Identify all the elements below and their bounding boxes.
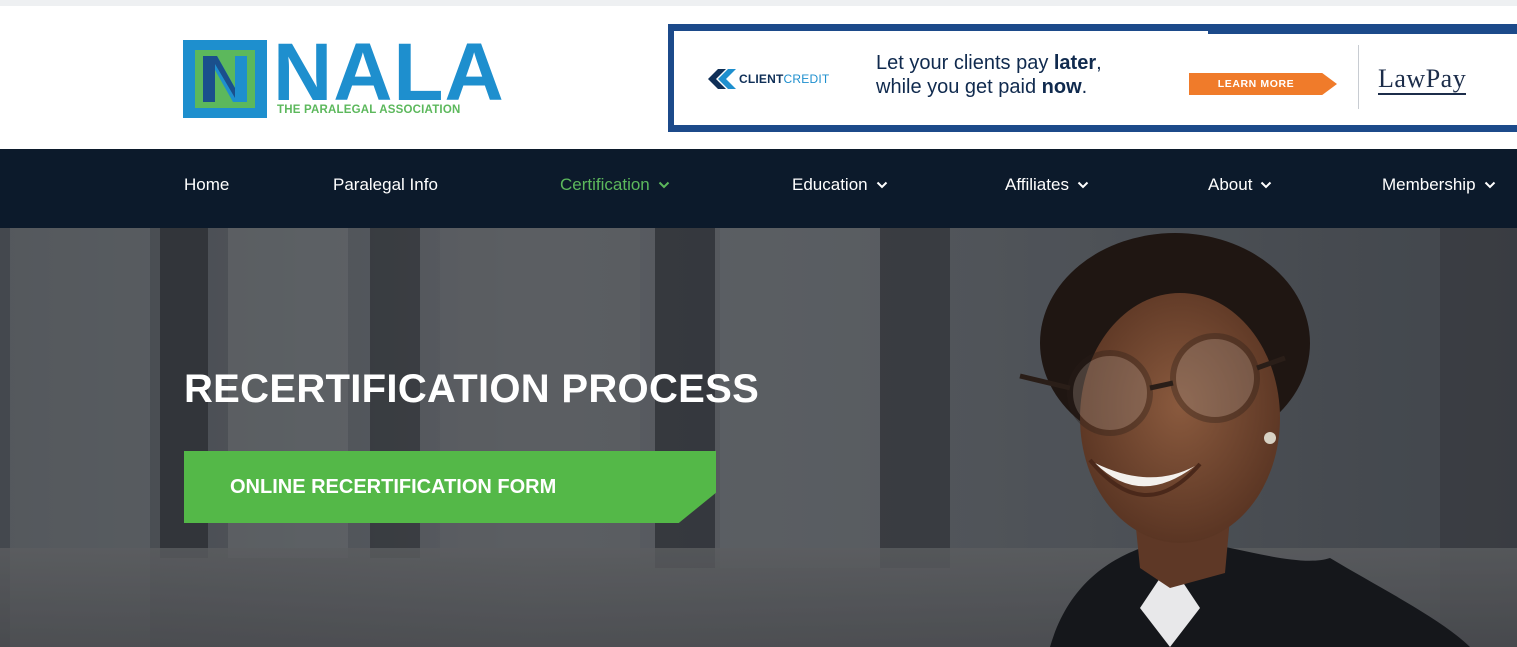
hero-background-photo [0, 228, 1517, 647]
nav-item-label: Certification [560, 175, 650, 194]
ad-copy: Let your clients pay later, while you ge… [876, 51, 1102, 99]
chevron-down-icon [876, 181, 887, 189]
chevron-down-icon [1261, 181, 1272, 189]
clientcredit-ad-banner[interactable]: CLIENTCREDIT Let your clients pay later,… [668, 24, 1517, 132]
nav-item-about[interactable]: About [1208, 175, 1272, 195]
ad-copy-line-2: while you get paid now. [876, 75, 1102, 99]
logo-wordmark: NALA [273, 27, 505, 118]
main-navigation: Home Paralegal Info Certification Educat… [0, 149, 1517, 228]
learn-more-button[interactable]: LEARN MORE [1189, 73, 1337, 95]
logo-tagline: THE PARALEGAL ASSOCIATION [277, 104, 461, 116]
online-recertification-form-button[interactable]: ONLINE RECERTIFICATION FORM [184, 451, 716, 523]
page-title: RECERTIFICATION PROCESS [184, 367, 760, 411]
ad-line1-suffix: , [1096, 52, 1102, 74]
clientcredit-logo: CLIENTCREDIT [706, 69, 829, 89]
ad-line1-prefix: Let your clients pay [876, 52, 1054, 74]
nav-item-label: About [1208, 175, 1253, 194]
hero-section: RECERTIFICATION PROCESS ONLINE RECERTIFI… [0, 228, 1517, 647]
nav-item-certification[interactable]: Certification [560, 175, 670, 195]
ad-line2-prefix: while you get paid [876, 76, 1042, 98]
nav-item-membership[interactable]: Membership [1382, 175, 1496, 195]
site-header: NALA THE PARALEGAL ASSOCIATION CLIENTCRE… [0, 6, 1517, 149]
nav-item-label: Membership [1382, 175, 1476, 194]
ad-copy-line-1: Let your clients pay later, [876, 51, 1102, 75]
nala-n-mark-icon [183, 40, 267, 118]
clientcredit-brand-text: CLIENTCREDIT [739, 72, 829, 86]
nav-item-affiliates[interactable]: Affiliates [1005, 175, 1089, 195]
nav-item-paralegal-info[interactable]: Paralegal Info [333, 175, 438, 195]
chevron-down-icon [1484, 181, 1495, 189]
clientcredit-brand-light: CREDIT [783, 72, 830, 86]
nav-item-label: Paralegal Info [333, 175, 438, 194]
nav-item-home[interactable]: Home [184, 175, 229, 195]
ad-line2-suffix: . [1081, 76, 1088, 98]
nala-logo[interactable]: NALA THE PARALEGAL ASSOCIATION [183, 32, 513, 126]
ad-inner-panel: CLIENTCREDIT Let your clients pay later,… [674, 24, 1517, 125]
chevron-down-icon [1077, 181, 1089, 189]
nav-item-label: Home [184, 175, 230, 194]
ad-line2-bold: now [1041, 76, 1082, 98]
nav-item-label: Education [792, 175, 868, 194]
ad-line1-bold: later [1053, 52, 1097, 74]
nav-item-label: Affiliates [1005, 175, 1069, 194]
chevron-down-icon [658, 181, 669, 189]
clientcredit-chevron-icon [708, 69, 736, 89]
lawpay-logo: LawPay [1378, 64, 1467, 95]
nav-item-education[interactable]: Education [792, 175, 888, 195]
ad-divider [1358, 45, 1359, 109]
clientcredit-brand-bold: CLIENT [739, 72, 784, 86]
